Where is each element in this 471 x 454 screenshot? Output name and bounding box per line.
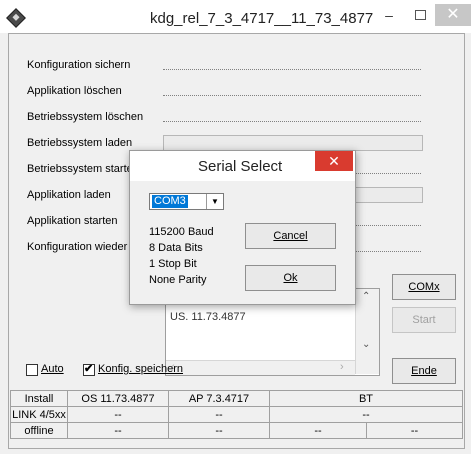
progress-dots xyxy=(163,95,421,96)
parity-text: None Parity xyxy=(149,274,207,286)
dialog-close-button[interactable]: ✕ xyxy=(315,151,353,171)
vertical-scrollbar[interactable]: ⌃ ⌄ xyxy=(355,289,379,374)
status-cell: offline xyxy=(10,422,68,439)
scroll-right-icon[interactable]: › xyxy=(340,361,344,373)
row-label-betriebssystem-loeschen: Betriebssystem löschen xyxy=(27,111,144,123)
status-cell: OS 11.73.4877 xyxy=(67,390,169,407)
dialog-title-bar[interactable]: Serial Select ✕ xyxy=(130,151,355,181)
status-cell: BT xyxy=(269,390,463,407)
close-button[interactable]: ✕ xyxy=(435,4,471,26)
chevron-down-icon[interactable]: ▼ xyxy=(206,194,223,209)
status-cell: -- xyxy=(269,422,367,439)
title-bar[interactable]: kdg_rel_7_3_4717__11_73_4877 – ✕ xyxy=(0,4,471,33)
row-label-betriebssystem-laden: Betriebssystem laden xyxy=(27,137,133,149)
scroll-up-icon[interactable]: ⌃ xyxy=(362,291,370,302)
row-label-applikation-starten: Applikation starten xyxy=(27,215,118,227)
row-label-konfiguration-wiederherstellen: Konfiguration wieder xyxy=(27,241,128,253)
check-icon: ✔ xyxy=(84,363,94,375)
status-table: Install OS 11.73.4877 AP 7.3.4717 BT LIN… xyxy=(10,390,463,439)
ende-label: Ende xyxy=(411,365,437,377)
status-cell: -- xyxy=(168,422,270,439)
app-icon[interactable] xyxy=(6,8,26,28)
dialog-title: Serial Select xyxy=(198,158,283,175)
com-port-select[interactable]: COM3 ▼ xyxy=(149,193,224,210)
scroll-down-icon[interactable]: ⌄ xyxy=(362,339,370,350)
data-bits-text: 8 Data Bits xyxy=(149,242,203,254)
horizontal-scrollbar[interactable]: ‹ › xyxy=(166,360,355,375)
status-cell: -- xyxy=(269,406,463,423)
maximize-icon xyxy=(414,10,426,20)
comx-button[interactable]: COMx xyxy=(392,274,456,300)
status-cell: LINK 4/5xx xyxy=(10,406,68,423)
status-cell: AP 7.3.4717 xyxy=(168,390,270,407)
ok-label: Ok xyxy=(283,272,298,284)
progress-dots xyxy=(163,69,421,70)
cancel-label: Cancel xyxy=(273,230,308,242)
status-cell: -- xyxy=(366,422,463,439)
konfig-speichern-label[interactable]: Konfig. speichern xyxy=(98,363,183,375)
row-label-applikation-laden: Applikation laden xyxy=(27,189,111,201)
konfig-speichern-checkbox[interactable]: ✔ xyxy=(83,363,95,376)
com-port-value: COM3 xyxy=(152,195,188,208)
row-label-konfiguration-sichern: Konfiguration sichern xyxy=(27,59,131,71)
status-cell: -- xyxy=(67,422,169,439)
stop-bit-text: 1 Stop Bit xyxy=(149,258,197,270)
cancel-button[interactable]: Cancel xyxy=(245,223,336,249)
row-label-applikation-loeschen: Applikation löschen xyxy=(27,85,122,97)
ende-button[interactable]: Ende xyxy=(392,358,456,384)
list-item[interactable]: US. 11.73.4877 xyxy=(170,311,246,323)
comx-label: COMx xyxy=(408,281,440,293)
status-cell: -- xyxy=(168,406,270,423)
status-cell: Install xyxy=(10,390,68,407)
auto-label: Auto xyxy=(41,363,64,375)
ok-button[interactable]: Ok xyxy=(245,265,336,291)
progress-dots xyxy=(163,121,421,122)
minimize-button[interactable]: – xyxy=(372,4,406,26)
start-button[interactable]: Start xyxy=(392,307,456,333)
progress-field xyxy=(163,135,423,151)
auto-checkbox-label[interactable]: Auto xyxy=(41,363,64,375)
konfig-label: Konfig. speichern xyxy=(98,363,183,375)
maximize-button[interactable] xyxy=(406,4,434,26)
window-title: kdg_rel_7_3_4717__11_73_4877 xyxy=(150,10,374,27)
auto-checkbox[interactable] xyxy=(26,364,38,376)
status-cell: -- xyxy=(67,406,169,423)
baud-text: 115200 Baud xyxy=(149,226,214,238)
row-label-betriebssystem-starten: Betriebssystem starte xyxy=(27,163,133,175)
serial-select-dialog: Serial Select ✕ COM3 ▼ 115200 Baud 8 Dat… xyxy=(129,150,356,305)
